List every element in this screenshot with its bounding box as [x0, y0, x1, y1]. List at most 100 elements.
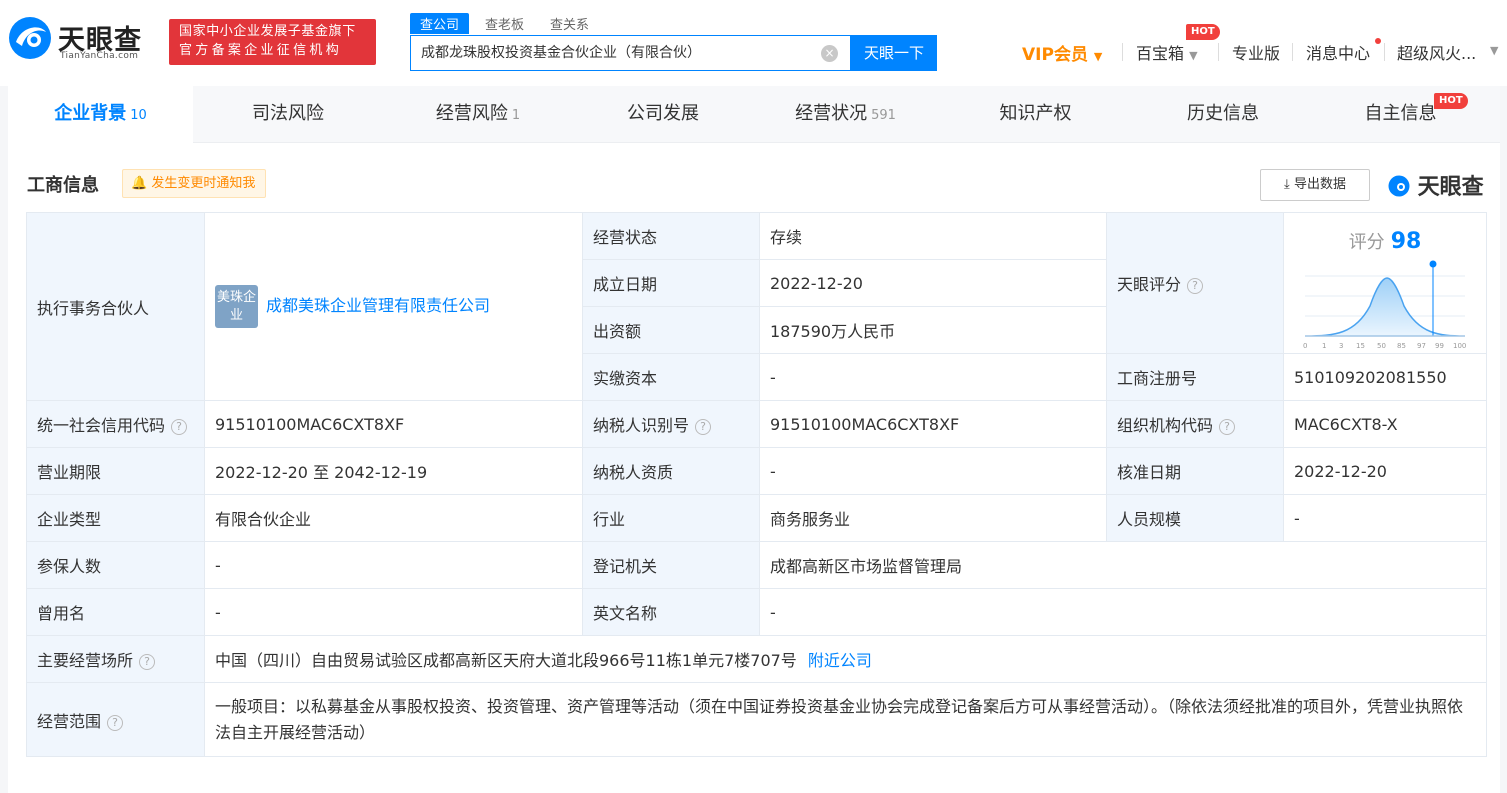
orgcode-value: MAC6CXT8-X	[1283, 400, 1487, 448]
search-tab-boss[interactable]: 查老板	[475, 13, 534, 34]
search-type-tabs: 查公司 查老板 查关系	[410, 13, 605, 34]
addr-key: 主要经营场所?	[26, 635, 205, 683]
taxid-key: 纳税人识别号?	[582, 400, 760, 448]
staff-value: -	[1283, 494, 1487, 542]
export-data-button[interactable]: ⤓ 导出数据	[1260, 169, 1370, 201]
paid-key: 实缴资本	[582, 353, 760, 401]
nav-divider	[1292, 43, 1293, 61]
credit-key-label: 统一社会信用代码	[37, 416, 166, 435]
notify-change-button[interactable]: 🔔 发生变更时通知我	[122, 169, 267, 198]
capital-value: 187590万人民币	[759, 306, 1107, 354]
capital-key: 出资额	[582, 306, 760, 354]
founded-key: 成立日期	[582, 259, 760, 307]
taxq-value: -	[759, 447, 1107, 495]
partner-link[interactable]: 成都美珠企业管理有限责任公司	[266, 296, 490, 315]
tab-ip[interactable]: 知识产权	[938, 86, 1133, 143]
notify-label: 发生变更时通知我	[151, 176, 256, 191]
help-icon[interactable]: ?	[1187, 278, 1204, 294]
tick-label: 0	[1303, 342, 1307, 350]
reg-no-value: 510109202081550	[1283, 353, 1487, 401]
site-logo[interactable]: 天眼查 TianYanCha.com	[8, 14, 158, 66]
tab-label: 历史信息	[1187, 103, 1259, 124]
score-distribution-chart: 0 1 3 15 50 85 97 99 100	[1303, 260, 1466, 350]
section-title: 工商信息	[27, 175, 99, 196]
industry-key: 行业	[582, 494, 760, 542]
industry-value: 商务服务业	[759, 494, 1107, 542]
score-cell: 评分 98 0 1 3 15 50 85 97 99 100	[1283, 212, 1487, 354]
tianyancha-logo-icon	[1388, 175, 1410, 197]
brand-watermark: 天眼查	[1388, 169, 1484, 201]
tab-label: 经营风险	[435, 103, 508, 124]
approve-value: 2022-12-20	[1283, 447, 1487, 495]
tab-history[interactable]: 历史信息	[1133, 86, 1313, 143]
help-icon[interactable]: ?	[1219, 419, 1236, 435]
paid-value: -	[759, 353, 1107, 401]
tab-label: 司法风险	[252, 103, 324, 124]
nav-divider	[1218, 43, 1219, 61]
help-icon[interactable]: ?	[171, 419, 188, 435]
nav-pro[interactable]: 专业版	[1232, 40, 1280, 64]
tick-label: 85	[1397, 342, 1406, 350]
status-value: 存续	[759, 212, 1107, 260]
hot-badge: HOT	[1434, 93, 1468, 109]
term-value: 2022-12-20 至 2042-12-19	[204, 447, 583, 495]
partner-key: 执行事务合伙人	[26, 212, 205, 401]
nav-divider	[1122, 43, 1123, 61]
official-badge[interactable]: 国家中小企业发展子基金旗下 官方备案企业征信机构	[169, 19, 376, 65]
bell-curve	[1304, 276, 1466, 337]
taxid-key-label: 纳税人识别号	[593, 416, 690, 435]
search-box: ×	[410, 35, 851, 71]
caret-down-icon[interactable]: ▼	[1490, 44, 1498, 68]
status-key: 经营状态	[582, 212, 760, 260]
nav-user[interactable]: 超级风火...	[1397, 40, 1476, 64]
reg-no-key: 工商注册号	[1106, 353, 1284, 401]
tab-label: 知识产权	[999, 103, 1072, 124]
search-tab-relation[interactable]: 查关系	[540, 13, 599, 34]
tick-label: 3	[1339, 342, 1343, 350]
insured-key: 参保人数	[26, 541, 205, 589]
en-key: 英文名称	[582, 588, 760, 636]
tab-background[interactable]: 企业背景 10	[8, 86, 193, 143]
score-label: 评分	[1348, 231, 1385, 253]
insured-value: -	[204, 541, 583, 589]
scope-key-label: 经营范围	[37, 711, 102, 731]
clear-icon[interactable]: ×	[821, 45, 838, 62]
help-icon[interactable]: ?	[695, 419, 712, 435]
badge-line1: 国家中小企业发展子基金旗下	[179, 24, 356, 39]
business-info-table: 执行事务合伙人 美珠企业成都美珠企业管理有限责任公司 经营状态 存续 天眼评分?…	[26, 212, 1487, 757]
credit-key: 统一社会信用代码?	[26, 400, 205, 448]
vip-label: VIP会员	[1022, 45, 1088, 65]
company-tabs: 企业背景 10 司法风险 经营风险 1 公司发展 经营状况 591 知识产权 历史信息…	[8, 86, 1500, 143]
nav-messages[interactable]: 消息中心	[1306, 40, 1370, 64]
orgcode-key-label: 组织机构代码	[1117, 416, 1214, 435]
addr-value: 中国（四川）自由贸易试验区成都高新区天府大道北段966号11栋1单元7楼707号…	[204, 635, 1487, 683]
tab-label: 自主信息	[1364, 103, 1437, 124]
tab-count: 591	[871, 108, 896, 123]
former-value: -	[204, 588, 583, 636]
tab-label: 公司发展	[627, 103, 699, 124]
type-key: 企业类型	[26, 494, 205, 542]
score-marker-dot	[1429, 260, 1437, 267]
tab-operating-risk[interactable]: 经营风险 1	[383, 86, 573, 143]
tab-operations[interactable]: 经营状况 591	[753, 86, 938, 143]
credit-value: 91510100MAC6CXT8XF	[204, 400, 583, 448]
tab-judicial-risk[interactable]: 司法风险	[193, 86, 383, 143]
table-row: 统一社会信用代码? 91510100MAC6CXT8XF 纳税人识别号? 915…	[26, 400, 1487, 448]
nav-baobao[interactable]: 百宝箱 ▼	[1136, 40, 1198, 64]
vip-menu[interactable]: VIP会员 ▼	[1022, 40, 1102, 65]
company-logo[interactable]: 美珠企业	[215, 285, 258, 328]
tick-label: 50	[1377, 342, 1386, 350]
table-row: 曾用名 - 英文名称 -	[26, 588, 1487, 636]
nearby-companies-link[interactable]: 附近公司	[808, 651, 872, 670]
table-row: 执行事务合伙人 美珠企业成都美珠企业管理有限责任公司 经营状态 存续 天眼评分?…	[26, 212, 1487, 401]
search-button[interactable]: 天眼一下	[851, 35, 937, 71]
tianyancha-logo-icon	[9, 17, 51, 59]
tab-development[interactable]: 公司发展	[573, 86, 753, 143]
search-tab-company[interactable]: 查公司	[410, 13, 470, 34]
help-icon[interactable]: ?	[107, 714, 124, 731]
staff-key: 人员规模	[1106, 494, 1284, 542]
search-input[interactable]	[421, 44, 821, 60]
tick-label: 100	[1453, 342, 1466, 350]
type-value: 有限合伙企业	[204, 494, 583, 542]
help-icon[interactable]: ?	[139, 654, 156, 670]
